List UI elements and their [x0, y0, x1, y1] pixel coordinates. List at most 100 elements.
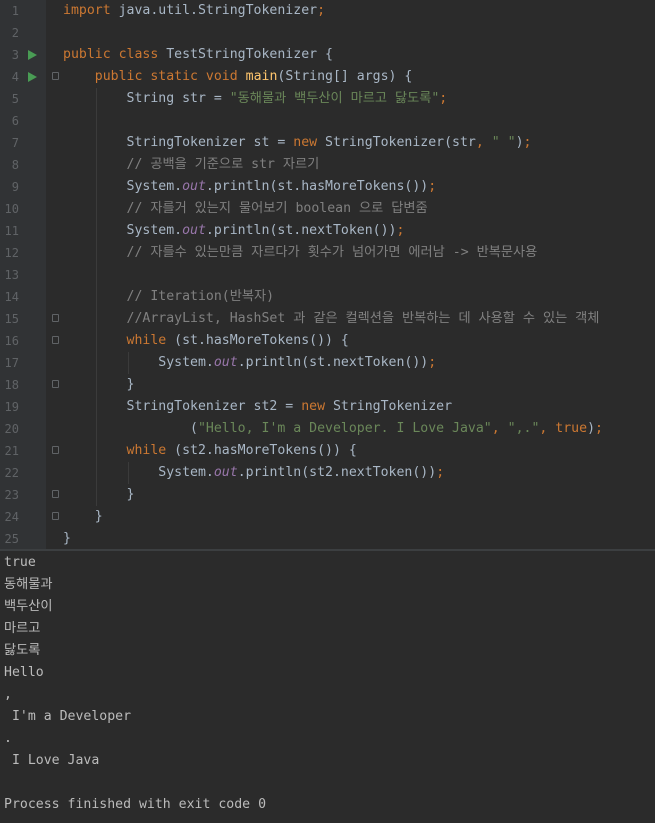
- code-line[interactable]: 14 // Iteration(반복자): [0, 286, 655, 308]
- code-token: while: [63, 333, 175, 348]
- code-token: ;: [428, 179, 437, 194]
- code-token: "동해물과 백두산이 마르고 닳도록": [229, 91, 440, 106]
- code-text: }: [63, 506, 103, 528]
- line-number: 15: [4, 312, 19, 326]
- code-line[interactable]: 8 // 공백을 기준으로 str 자르기: [0, 154, 655, 176]
- code-text: System.out.println(st.hasMoreTokens());: [63, 176, 437, 198]
- code-token: ;: [595, 421, 603, 436]
- fold-marker-icon[interactable]: [52, 446, 59, 454]
- line-number: 25: [4, 532, 19, 546]
- code-text: String str = "동해물과 백두산이 마르고 닳도록";: [63, 88, 448, 110]
- code-token: new: [293, 135, 326, 150]
- code-text: while (st.hasMoreTokens()) {: [63, 330, 349, 352]
- line-number: 6: [11, 114, 19, 128]
- code-line[interactable]: 22 System.out.println(st2.nextToken());: [0, 462, 655, 484]
- line-number: 16: [4, 334, 19, 348]
- fold-marker-icon[interactable]: [52, 72, 59, 80]
- code-line[interactable]: 12 // 자를수 있는만큼 자르다가 횟수가 넘어가면 에러남 -> 반복문사…: [0, 242, 655, 264]
- console-line: true: [4, 555, 36, 570]
- console-line: 동해물과: [4, 577, 53, 592]
- code-token: //ArrayList, HashSet 과 같은 컬렉션을 반복하는 데 사용…: [63, 311, 600, 326]
- code-token: StringTokenizer st =: [63, 135, 294, 150]
- code-line[interactable]: 2: [0, 22, 655, 44]
- code-line[interactable]: 5 String str = "동해물과 백두산이 마르고 닳도록";: [0, 88, 655, 110]
- code-token: (st.hasMoreTokens()) {: [174, 333, 349, 348]
- code-token: String str =: [63, 91, 230, 106]
- fold-marker-icon[interactable]: [52, 512, 59, 520]
- code-line[interactable]: 9 System.out.println(st.hasMoreTokens())…: [0, 176, 655, 198]
- line-number: 7: [11, 136, 19, 150]
- code-text: System.out.println(st.nextToken());: [63, 352, 436, 374]
- code-token: import: [63, 3, 111, 18]
- code-line[interactable]: 1 import java.util.StringTokenizer;: [0, 0, 655, 22]
- code-line[interactable]: 19 StringTokenizer st2 = new StringToken…: [0, 396, 655, 418]
- code-line[interactable]: 21 while (st2.hasMoreTokens()) {: [0, 440, 655, 462]
- code-text: System.out.println(st.nextToken());: [63, 220, 405, 242]
- line-number: 9: [11, 180, 19, 194]
- code-token: // 자를수 있는만큼 자르다가 횟수가 넘어가면 에러남 -> 반복문사용: [63, 245, 538, 260]
- code-text: }: [63, 528, 71, 550]
- code-token: " ": [491, 135, 516, 150]
- fold-marker-icon[interactable]: [52, 314, 59, 322]
- code-editor[interactable]: 1 import java.util.StringTokenizer; 2 3 publ…: [0, 0, 655, 549]
- code-text: }: [63, 374, 135, 396]
- console-line: Process finished with exit code 0: [4, 797, 267, 812]
- code-token: // 자를거 있는지 물어보기 boolean 으로 답변줌: [63, 201, 428, 216]
- code-token: java.util.StringTokenizer: [110, 3, 318, 18]
- code-token: public static void: [63, 69, 246, 84]
- code-text: // 자를수 있는만큼 자르다가 횟수가 넘어가면 에러남 -> 반복문사용: [63, 242, 538, 264]
- code-token: }: [63, 531, 71, 546]
- code-line[interactable]: 25}: [0, 528, 655, 550]
- line-number: 20: [4, 422, 19, 436]
- line-number: 14: [4, 290, 19, 304]
- code-token: while: [63, 443, 175, 458]
- code-token: ): [515, 135, 524, 150]
- code-token: ;: [439, 91, 448, 106]
- code-line[interactable]: 20 ("Hello, I'm a Developer. I Love Java…: [0, 418, 655, 440]
- code-token: ;: [428, 355, 437, 370]
- fold-marker-icon[interactable]: [52, 490, 59, 498]
- code-text: }: [63, 484, 135, 506]
- code-line[interactable]: 6: [0, 110, 655, 132]
- code-line[interactable]: 24 }: [0, 506, 655, 528]
- code-token: }: [63, 377, 135, 392]
- console-line: I Love Java: [4, 753, 100, 768]
- code-line[interactable]: 23 }: [0, 484, 655, 506]
- line-number: 22: [4, 466, 19, 480]
- code-line[interactable]: 11 System.out.println(st.nextToken());: [0, 220, 655, 242]
- code-line[interactable]: 17 System.out.println(st.nextToken());: [0, 352, 655, 374]
- code-line[interactable]: 15 //ArrayList, HashSet 과 같은 컬렉션을 반복하는 데…: [0, 308, 655, 330]
- run-gutter-icon[interactable]: [28, 50, 37, 60]
- code-line[interactable]: 7 StringTokenizer st = new StringTokeniz…: [0, 132, 655, 154]
- line-number: 5: [11, 92, 19, 106]
- code-token: (: [63, 421, 198, 436]
- code-token: (st2.hasMoreTokens()) {: [174, 443, 357, 458]
- line-number: 13: [4, 268, 19, 282]
- run-console[interactable]: true 동해물과 백두산이 마르고 닳도록 Hello, I'm a Developer…: [0, 551, 655, 823]
- fold-marker-icon[interactable]: [52, 336, 59, 344]
- code-token: ",.": [507, 421, 540, 436]
- code-token: .println(st2.nextToken()): [237, 465, 437, 480]
- code-line[interactable]: 3 public class TestStringTokenizer {: [0, 44, 655, 66]
- code-token: TestStringTokenizer {: [166, 47, 333, 62]
- line-number: 2: [11, 26, 19, 40]
- line-number: 3: [11, 48, 19, 62]
- code-token: .println(st.nextToken()): [205, 223, 397, 238]
- code-token: out: [213, 465, 238, 480]
- code-token: out: [182, 223, 206, 238]
- code-line[interactable]: 13: [0, 264, 655, 286]
- fold-marker-icon[interactable]: [52, 380, 59, 388]
- run-gutter-icon[interactable]: [28, 72, 37, 82]
- console-line: ,: [4, 687, 12, 702]
- line-number: 24: [4, 510, 19, 524]
- code-token: ;: [317, 3, 326, 18]
- code-line[interactable]: 4 public static void main(String[] args)…: [0, 66, 655, 88]
- code-token: ,: [491, 421, 508, 436]
- code-token: System.: [63, 223, 183, 238]
- code-token: StringTokenizer(str: [325, 135, 476, 150]
- code-line[interactable]: 10 // 자를거 있는지 물어보기 boolean 으로 답변줌: [0, 198, 655, 220]
- code-line[interactable]: 16 while (st.hasMoreTokens()) {: [0, 330, 655, 352]
- line-number: 8: [11, 158, 19, 172]
- code-line[interactable]: 18 }: [0, 374, 655, 396]
- code-token: System.: [63, 179, 183, 194]
